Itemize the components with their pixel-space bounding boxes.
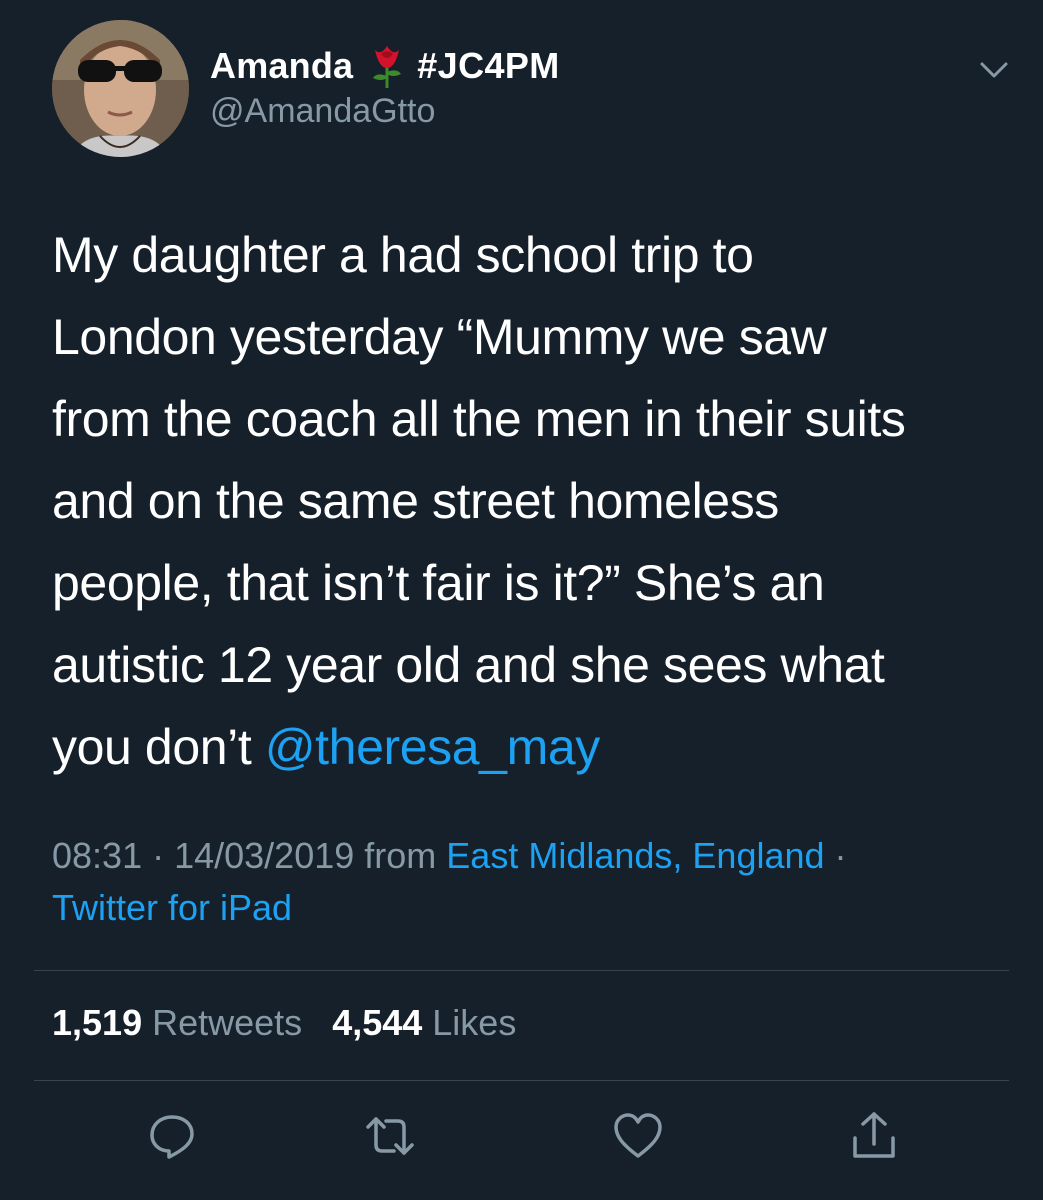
display-name[interactable]: Amanda: [210, 45, 353, 87]
user-handle[interactable]: @AmandaGtto: [210, 92, 435, 131]
tweet-line: and on the same street homeless: [52, 473, 779, 529]
meta-from: from: [354, 835, 447, 876]
retweets-label: Retweets: [142, 1002, 303, 1043]
rose-icon: [365, 42, 409, 90]
reply-icon: [147, 1111, 197, 1161]
hashtag: #JC4PM: [417, 45, 560, 86]
share-icon: [849, 1110, 899, 1162]
name-row: Amanda #JC4PM: [210, 42, 560, 90]
location-link[interactable]: East Midlands, England: [446, 835, 824, 876]
tweet-text: My daughter a had school trip to London …: [52, 214, 1012, 788]
likes-label: Likes: [422, 1002, 517, 1043]
tweet-last-line: you don’t @theresa_may: [52, 706, 1012, 788]
like-button[interactable]: [610, 1108, 666, 1164]
like-icon: [612, 1112, 664, 1160]
tweet-date: 14/03/2019: [174, 835, 355, 876]
tweet-line: from the coach all the men in their suit…: [52, 391, 906, 447]
tweet-header: Amanda #JC4PM @AmandaGtto: [52, 20, 1012, 160]
share-button[interactable]: [846, 1108, 902, 1164]
divider: [34, 1080, 1009, 1081]
tweet-stats: 1,519 Retweets 4,544 Likes: [52, 1002, 516, 1044]
meta-separator: ·: [142, 835, 175, 876]
tweet-time: 08:31: [52, 835, 143, 876]
tweet-line-prefix: you don’t: [52, 719, 265, 775]
divider: [34, 970, 1009, 971]
tweet-line: autistic 12 year old and she sees what: [52, 637, 885, 693]
tweet-meta: 08:31 · 14/03/2019 from East Midlands, E…: [52, 830, 1012, 934]
retweet-button[interactable]: [362, 1108, 418, 1164]
tweet-actions: [0, 1108, 1043, 1164]
likes-stat[interactable]: 4,544 Likes: [332, 1002, 516, 1043]
meta-separator-end: ·: [824, 835, 847, 876]
source-link[interactable]: Twitter for iPad: [52, 887, 292, 928]
retweets-stat[interactable]: 1,519 Retweets: [52, 1002, 302, 1043]
tweet-line: My daughter a had school trip to: [52, 227, 754, 283]
tweet-line: people, that isn’t fair is it?” She’s an: [52, 555, 825, 611]
chevron-down-icon[interactable]: [976, 58, 1012, 82]
mention-link[interactable]: @theresa_may: [265, 719, 600, 775]
likes-count: 4,544: [332, 1002, 423, 1043]
tweet-line: London yesterday “Mummy we saw: [52, 309, 827, 365]
avatar[interactable]: [52, 20, 189, 157]
retweet-icon: [362, 1111, 418, 1161]
reply-button[interactable]: [144, 1108, 200, 1164]
retweets-count: 1,519: [52, 1002, 143, 1043]
